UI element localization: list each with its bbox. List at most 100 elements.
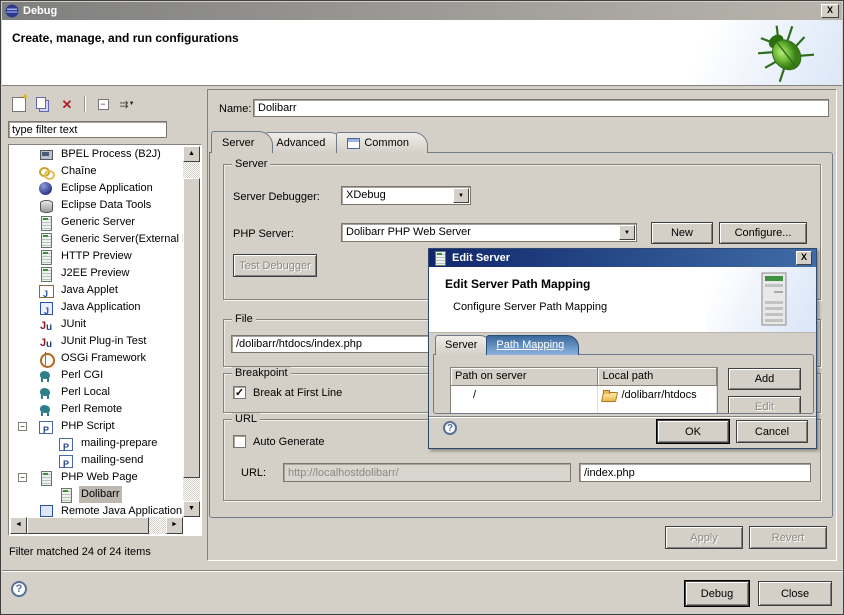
tree-item-java-applet[interactable]: Java Applet bbox=[10, 282, 183, 299]
tree-vertical-scrollbar[interactable]: ▲ ▼ bbox=[183, 146, 200, 517]
tab-common-label: Common bbox=[364, 133, 409, 153]
tree-item-label: Dolibarr bbox=[79, 486, 122, 503]
add-mapping-button[interactable]: Add bbox=[728, 368, 801, 390]
empty-cell bbox=[598, 404, 717, 414]
dialog-tab-server[interactable]: Server bbox=[435, 335, 492, 355]
tree-item-cha-ne[interactable]: Chaîne bbox=[10, 163, 183, 180]
file-group-legend: File bbox=[232, 313, 256, 325]
delete-config-icon: ✕ bbox=[62, 98, 73, 111]
tree-item-junit-plug-in-test[interactable]: JUnit Plug-in Test bbox=[10, 333, 183, 350]
tab-server[interactable]: Server bbox=[211, 131, 273, 153]
server-debugger-select[interactable]: XDebug ▼ bbox=[341, 186, 471, 205]
perl-icon bbox=[38, 369, 54, 383]
tab-advanced-label: Advanced bbox=[276, 133, 325, 153]
tree-item-label: Generic Server(External La bbox=[59, 231, 183, 248]
tab-advanced[interactable]: Advanced bbox=[265, 132, 344, 153]
configure-server-button[interactable]: Configure... bbox=[719, 222, 807, 244]
auto-generate-checkbox[interactable] bbox=[233, 435, 246, 448]
filter-status-text: Filter matched 24 of 24 items bbox=[9, 546, 151, 558]
debug-button[interactable]: Debug bbox=[685, 581, 749, 606]
tree-item-mailing-send[interactable]: mailing-send bbox=[10, 452, 183, 469]
chevron-down-icon[interactable]: ▼ bbox=[619, 225, 635, 240]
delete-config-button[interactable]: ✕ bbox=[57, 94, 77, 114]
tree-item-label: JUnit Plug-in Test bbox=[59, 333, 148, 350]
dialog-tab-path-mapping-label: Path Mapping bbox=[496, 339, 564, 351]
configurations-toolbar: ✕ − ⇉▼ bbox=[9, 93, 137, 115]
filter-button[interactable]: ⇉▼ bbox=[117, 94, 137, 114]
remote-java-icon bbox=[38, 505, 54, 518]
break-at-first-line-label: Break at First Line bbox=[253, 387, 342, 399]
tree-item-perl-cgi[interactable]: Perl CGI bbox=[10, 367, 183, 384]
collapse-all-button[interactable]: − bbox=[93, 94, 113, 114]
tree-item-j2ee-preview[interactable]: J2EE Preview bbox=[10, 265, 183, 282]
tree-item-php-script[interactable]: − PHP Script bbox=[10, 418, 183, 435]
window-titlebar[interactable]: Debug X bbox=[2, 2, 842, 20]
horizontal-scroll-thumb[interactable] bbox=[27, 517, 149, 534]
tree-item-osgi-framework[interactable]: OSGi Framework bbox=[10, 350, 183, 367]
path-mapping-table-header: Path on server Local path bbox=[451, 368, 717, 386]
debug-bug-icon bbox=[758, 22, 814, 82]
server-icon bbox=[38, 471, 54, 485]
break-at-first-line-checkbox[interactable] bbox=[233, 386, 246, 399]
dialog-close-button[interactable]: X bbox=[796, 251, 812, 265]
cancel-button[interactable]: Cancel bbox=[736, 420, 808, 443]
tree-item-generic-server-external-la[interactable]: Generic Server(External La bbox=[10, 231, 183, 248]
toolbar-separator bbox=[84, 96, 86, 112]
path-mapping-row[interactable]: //dolibarr/htdocs bbox=[451, 386, 717, 404]
new-server-button[interactable]: New bbox=[651, 222, 713, 244]
php-server-select[interactable]: Dolibarr PHP Web Server ▼ bbox=[341, 223, 637, 242]
tree-item-remote-java-application[interactable]: Remote Java Application bbox=[10, 503, 183, 517]
chevron-down-icon[interactable]: ▼ bbox=[453, 188, 469, 203]
column-path-on-server[interactable]: Path on server bbox=[451, 368, 598, 386]
path-mapping-table: Path on server Local path //dolibarr/htd… bbox=[450, 367, 718, 414]
mapping-table-body: //dolibarr/htdocs bbox=[451, 386, 717, 414]
tree-item-perl-local[interactable]: Perl Local bbox=[10, 384, 183, 401]
auto-generate-label: Auto Generate bbox=[253, 436, 325, 448]
tree-item-mailing-prepare[interactable]: mailing-prepare bbox=[10, 435, 183, 452]
tab-common[interactable]: Common bbox=[336, 132, 428, 153]
tree-item-label: PHP Script bbox=[59, 418, 117, 435]
tree-item-dolibarr[interactable]: Dolibarr bbox=[10, 486, 183, 503]
eclipse-icon bbox=[38, 182, 54, 196]
tree-horizontal-scrollbar[interactable]: ◄ ► bbox=[10, 517, 183, 534]
edit-server-titlebar[interactable]: Edit Server X bbox=[429, 249, 816, 267]
dialog-help-icon[interactable]: ? bbox=[443, 421, 457, 435]
tree-collapse-expander-icon[interactable]: − bbox=[18, 422, 27, 431]
ok-button[interactable]: OK bbox=[657, 420, 729, 443]
tree-item-generic-server[interactable]: Generic Server bbox=[10, 214, 183, 231]
tree-item-perl-remote[interactable]: Perl Remote bbox=[10, 401, 183, 418]
tree-item-junit[interactable]: JUnit bbox=[10, 316, 183, 333]
server-debugger-label: Server Debugger: bbox=[233, 191, 320, 203]
perl-icon bbox=[38, 403, 54, 417]
server-icon bbox=[432, 251, 448, 265]
tree-collapse-expander-icon[interactable]: − bbox=[18, 473, 27, 482]
tree-item-eclipse-application[interactable]: Eclipse Application bbox=[10, 180, 183, 197]
window-close-button[interactable]: X bbox=[821, 4, 839, 18]
tree-item-eclipse-data-tools[interactable]: Eclipse Data Tools bbox=[10, 197, 183, 214]
name-input[interactable] bbox=[253, 99, 829, 117]
new-config-button[interactable] bbox=[9, 94, 29, 114]
filter-input[interactable] bbox=[8, 121, 167, 138]
column-local-path[interactable]: Local path bbox=[598, 368, 717, 386]
eclipse-logo-icon bbox=[5, 4, 19, 18]
scroll-right-icon[interactable]: ► bbox=[166, 517, 183, 534]
close-button[interactable]: Close bbox=[758, 581, 832, 606]
duplicate-config-button[interactable] bbox=[33, 94, 53, 114]
scroll-up-icon[interactable]: ▲ bbox=[183, 146, 200, 162]
tree-item-http-preview[interactable]: HTTP Preview bbox=[10, 248, 183, 265]
server-path-cell: / bbox=[451, 386, 598, 404]
tree-item-php-web-page[interactable]: −PHP Web Page bbox=[10, 469, 183, 486]
url-path-input[interactable] bbox=[579, 463, 811, 482]
scroll-down-icon[interactable]: ▼ bbox=[183, 501, 200, 517]
apply-button: Apply bbox=[665, 526, 743, 549]
dialog-tab-path-mapping[interactable]: Path Mapping bbox=[486, 335, 579, 355]
scroll-left-icon[interactable]: ◄ bbox=[10, 517, 27, 534]
osgi-icon bbox=[38, 352, 54, 366]
tree-item-java-application[interactable]: Java Application bbox=[10, 299, 183, 316]
server-icon bbox=[38, 250, 54, 264]
tree-item-bpel-process-b2j[interactable]: BPEL Process (B2J) bbox=[10, 146, 183, 163]
help-icon[interactable]: ? bbox=[11, 581, 27, 597]
server-icon bbox=[38, 233, 54, 247]
php-server-label: PHP Server: bbox=[233, 228, 294, 240]
vertical-scroll-thumb[interactable] bbox=[183, 178, 200, 478]
